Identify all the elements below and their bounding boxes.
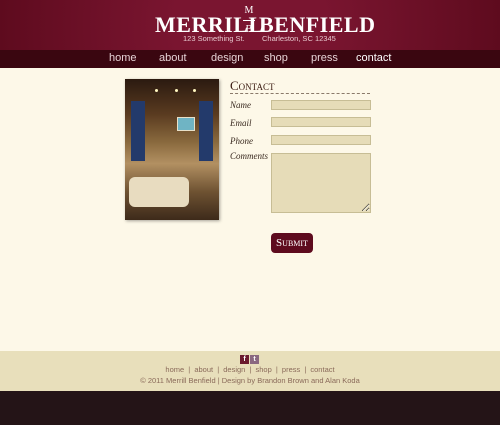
copyright-text: © 2011 Merrill Benfield | Design by Bran… [140, 376, 360, 385]
footer-nav: home | about | design | shop | press | c… [0, 365, 500, 374]
photo-sofa [129, 177, 189, 207]
photo-window-left [131, 101, 145, 161]
nav-design[interactable]: design [211, 52, 243, 64]
phone-field[interactable] [271, 135, 371, 145]
name-label: Name [230, 100, 251, 110]
contact-heading: Contact [230, 78, 370, 94]
comments-label: Comments [230, 151, 268, 161]
footer-link-design[interactable]: design [223, 365, 245, 374]
footer-separator: | [304, 365, 307, 374]
photo-light [175, 89, 178, 92]
twitter-icon[interactable]: t [250, 355, 259, 364]
monogram-m: M [244, 5, 254, 16]
footer-separator: | [217, 365, 220, 374]
logo-monogram[interactable]: M B [243, 5, 255, 45]
footer-separator: | [188, 365, 191, 374]
footer-separator: | [275, 365, 278, 374]
footer-link-press[interactable]: press [282, 365, 300, 374]
address-street: 123 Something St. [183, 34, 245, 43]
footer-link-shop[interactable]: shop [256, 365, 272, 374]
monogram-divider [243, 20, 255, 21]
photo-light [193, 89, 196, 92]
nav-press[interactable]: press [311, 52, 338, 64]
main-nav: home about design shop press contact [0, 50, 500, 68]
email-field[interactable] [271, 117, 371, 127]
address-city: Charleston, SC 12345 [262, 34, 336, 43]
name-field[interactable] [271, 100, 371, 110]
nav-contact[interactable]: contact [356, 52, 391, 64]
facebook-icon[interactable]: f [240, 355, 249, 364]
site-header: MERRILL M B BENFIELD 123 Something St. C… [0, 0, 500, 50]
photo-tv [177, 117, 195, 131]
nav-shop[interactable]: shop [264, 52, 288, 64]
footer-link-about[interactable]: about [194, 365, 213, 374]
bottom-bar [0, 391, 500, 425]
comments-field[interactable] [271, 153, 371, 213]
nav-home[interactable]: home [109, 52, 137, 64]
footer-link-contact[interactable]: contact [310, 365, 334, 374]
footer-link-home[interactable]: home [165, 365, 184, 374]
photo-window-right [199, 101, 213, 161]
monogram-b: B [245, 24, 253, 35]
interior-photo [125, 79, 219, 220]
phone-label: Phone [230, 136, 253, 146]
nav-about[interactable]: about [159, 52, 187, 64]
submit-button[interactable]: Submit [271, 233, 313, 253]
photo-light [155, 89, 158, 92]
email-label: Email [230, 118, 252, 128]
footer-separator: | [249, 365, 252, 374]
